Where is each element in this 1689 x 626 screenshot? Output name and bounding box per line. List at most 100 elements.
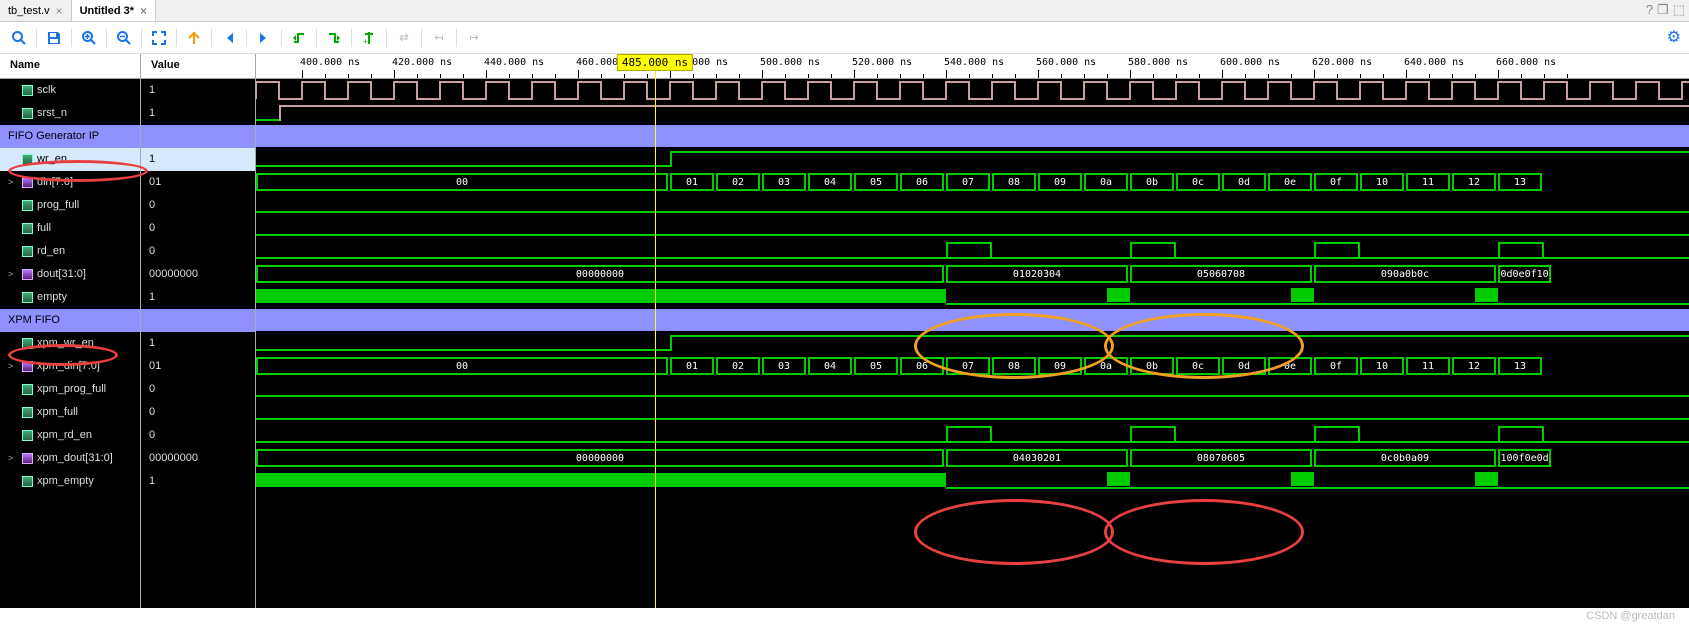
- signal-name-row[interactable]: prog_full: [0, 194, 140, 217]
- bus-segment: 13: [1498, 173, 1542, 191]
- signal-value-row[interactable]: [141, 309, 255, 332]
- signal-value-row[interactable]: 0: [141, 378, 255, 401]
- ruler-tick: 420.000 ns: [392, 57, 452, 68]
- signal-name-row[interactable]: srst_n: [0, 102, 140, 125]
- goto-icon[interactable]: [183, 27, 205, 49]
- signal-value-row[interactable]: 1: [141, 79, 255, 102]
- signal-name-row[interactable]: >din[7:0]: [0, 171, 140, 194]
- first-icon[interactable]: [218, 27, 240, 49]
- signal-name-row[interactable]: >xpm_din[7:0]: [0, 355, 140, 378]
- signal-value-row[interactable]: 0: [141, 424, 255, 447]
- signal-value-row[interactable]: 1: [141, 148, 255, 171]
- swap-icon[interactable]: ⇄: [393, 27, 415, 49]
- signal-name-row[interactable]: empty: [0, 286, 140, 309]
- waveform-area[interactable]: 485.000 ns 400.000 ns420.000 ns440.000 n…: [256, 54, 1689, 608]
- bus-segment: 01: [670, 357, 714, 375]
- signal-value-row[interactable]: 0: [141, 194, 255, 217]
- wave-row[interactable]: [256, 102, 1689, 125]
- ruler-tick: 520.000 ns: [852, 57, 912, 68]
- gear-icon[interactable]: ⚙: [1667, 27, 1681, 47]
- signal-icon: [22, 338, 33, 349]
- signal-name-row[interactable]: xpm_prog_full: [0, 378, 140, 401]
- watermark: CSDN @greatdan: [1586, 610, 1675, 622]
- signal-value-row[interactable]: 00000000: [141, 447, 255, 470]
- wave-row[interactable]: [256, 217, 1689, 240]
- signal-name-row[interactable]: xpm_wr_en: [0, 332, 140, 355]
- wave-row[interactable]: [256, 125, 1689, 148]
- signal-name-label: empty: [37, 286, 67, 309]
- signal-value-row[interactable]: 1: [141, 332, 255, 355]
- bus-icon: [22, 361, 33, 372]
- restore-icon[interactable]: ❐: [1657, 2, 1669, 18]
- signal-value-row[interactable]: 01: [141, 355, 255, 378]
- signal-name-row[interactable]: FIFO Generator IP: [0, 125, 140, 148]
- bus-segment: 12: [1452, 357, 1496, 375]
- search-icon[interactable]: [8, 27, 30, 49]
- signal-name-row[interactable]: full: [0, 217, 140, 240]
- next-edge-icon[interactable]: [323, 27, 345, 49]
- signal-value-row[interactable]: 1: [141, 286, 255, 309]
- wave-row[interactable]: [256, 286, 1689, 309]
- wave-row[interactable]: [256, 470, 1689, 493]
- signal-value-row[interactable]: 01: [141, 171, 255, 194]
- bus-segment: 0f: [1314, 357, 1358, 375]
- signal-value-row[interactable]: 00000000: [141, 263, 255, 286]
- signal-name-row[interactable]: xpm_rd_en: [0, 424, 140, 447]
- time-cursor-label[interactable]: 485.000 ns: [617, 54, 693, 71]
- wave-row[interactable]: [256, 424, 1689, 447]
- signal-name-row[interactable]: wr_en: [0, 148, 140, 171]
- signal-name-row[interactable]: >xpm_dout[31:0]: [0, 447, 140, 470]
- bus-segment: 09: [1038, 357, 1082, 375]
- wave-row[interactable]: [256, 148, 1689, 171]
- signal-name-row[interactable]: XPM FIFO: [0, 309, 140, 332]
- prev-edge-icon[interactable]: [288, 27, 310, 49]
- wave-row[interactable]: [256, 194, 1689, 217]
- expand-icon[interactable]: >: [8, 171, 18, 194]
- wave-row[interactable]: 000102030405060708090a0b0c0d0e0f10111213: [256, 171, 1689, 194]
- ruler-tick: 500.000 ns: [760, 57, 820, 68]
- close-icon[interactable]: ×: [140, 4, 147, 18]
- wave-row[interactable]: [256, 401, 1689, 424]
- signal-name-row[interactable]: xpm_full: [0, 401, 140, 424]
- signal-name-row[interactable]: rd_en: [0, 240, 140, 263]
- signal-value-row[interactable]: [141, 125, 255, 148]
- close-icon[interactable]: ×: [56, 4, 63, 18]
- signal-name-row[interactable]: xpm_empty: [0, 470, 140, 493]
- signal-value-row[interactable]: 0: [141, 401, 255, 424]
- wave-row[interactable]: 000102030405060708090a0b0c0d0e0f10111213: [256, 355, 1689, 378]
- add-marker-icon[interactable]: +: [358, 27, 380, 49]
- tab-label: Untitled 3*: [80, 5, 134, 17]
- zoom-out-icon[interactable]: [113, 27, 135, 49]
- signal-name-row[interactable]: >dout[31:0]: [0, 263, 140, 286]
- bus-segment: 0c: [1176, 173, 1220, 191]
- popout-icon[interactable]: ⬚: [1673, 2, 1685, 18]
- signal-value-row[interactable]: 0: [141, 240, 255, 263]
- help-icon[interactable]: ?: [1646, 2, 1653, 18]
- zoom-in-icon[interactable]: [78, 27, 100, 49]
- bus-icon: [22, 177, 33, 188]
- wave-row[interactable]: 0000000004030201080706050c0b0a09100f0e0d: [256, 447, 1689, 470]
- expand-icon[interactable]: >: [8, 355, 18, 378]
- expand-icon[interactable]: >: [8, 447, 18, 470]
- signal-name-label: xpm_rd_en: [37, 424, 92, 447]
- wave-row[interactable]: [256, 332, 1689, 355]
- right-icon[interactable]: ↦: [463, 27, 485, 49]
- zoom-fit-icon[interactable]: [148, 27, 170, 49]
- bus-segment: 0e: [1268, 173, 1312, 191]
- tab-tb-test[interactable]: tb_test.v ×: [0, 0, 72, 21]
- wave-row[interactable]: [256, 309, 1689, 332]
- signal-value-row[interactable]: 1: [141, 102, 255, 125]
- signal-name-row[interactable]: sclk: [0, 79, 140, 102]
- expand-icon[interactable]: >: [8, 263, 18, 286]
- wave-row[interactable]: 000000000102030405060708090a0b0c0d0e0f10: [256, 263, 1689, 286]
- left-icon[interactable]: ↤: [428, 27, 450, 49]
- signal-value-row[interactable]: 1: [141, 470, 255, 493]
- wave-row[interactable]: [256, 378, 1689, 401]
- time-ruler[interactable]: 485.000 ns 400.000 ns420.000 ns440.000 n…: [256, 54, 1689, 79]
- tab-untitled-3[interactable]: Untitled 3* ×: [72, 0, 156, 21]
- wave-row[interactable]: [256, 79, 1689, 102]
- save-icon[interactable]: [43, 27, 65, 49]
- last-icon[interactable]: [253, 27, 275, 49]
- wave-row[interactable]: [256, 240, 1689, 263]
- signal-value-row[interactable]: 0: [141, 217, 255, 240]
